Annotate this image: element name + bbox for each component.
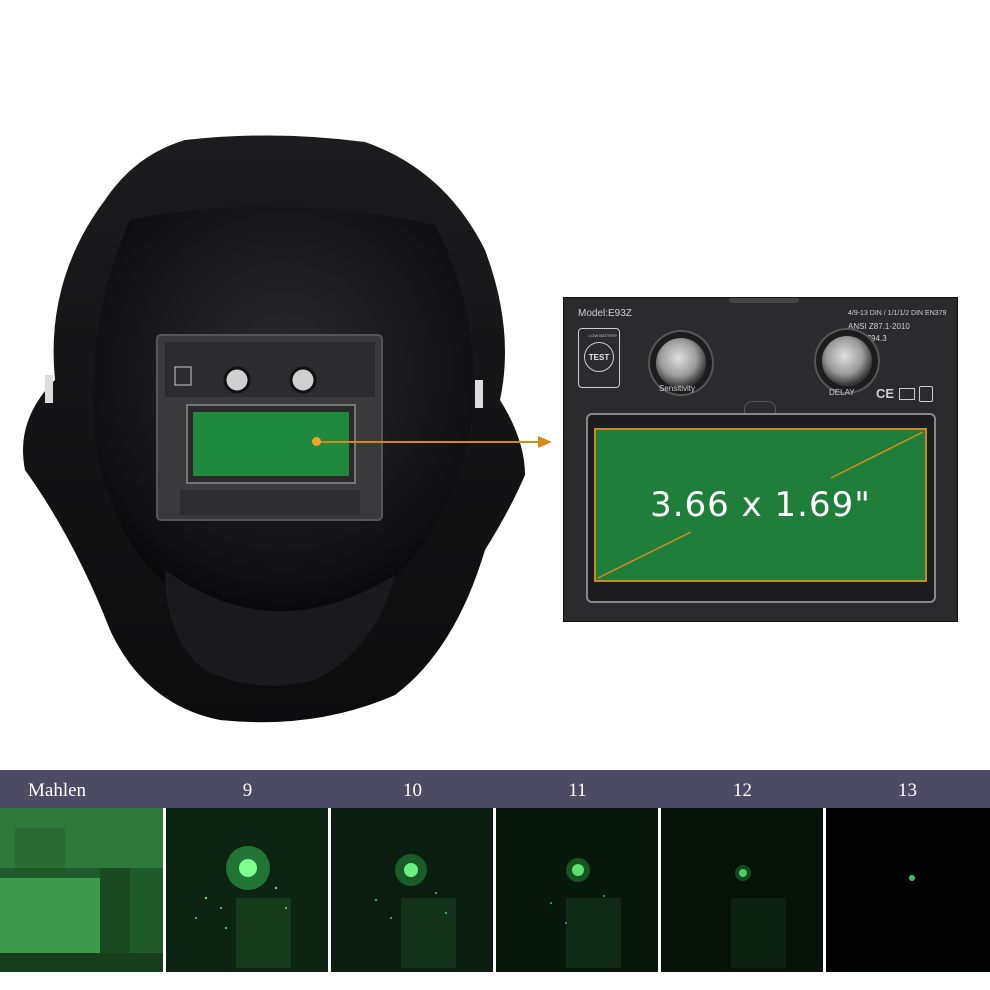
delay-label: DELAY [829,388,855,397]
shade-label-13: 13 [898,780,917,801]
delay-knob[interactable] [822,336,872,386]
test-label: TEST [584,342,614,372]
auto-darkening-lens: 3.66 x 1.69" [594,428,927,582]
thumb-grind [0,808,163,972]
thumb-shade-11 [496,808,658,972]
callout-origin-dot [312,437,321,446]
standards-line-2: ANSI Z87.1-2010 [848,322,910,331]
low-battery-label: LOW BATTERY [589,333,618,338]
thumb-shade-9 [166,808,328,972]
thumb-shade-10 [331,808,493,972]
cert-marks: CE [876,386,895,401]
shade-label-bar: Mahlen 9 10 11 12 13 [0,770,990,808]
thumb-shade-12 [661,808,823,972]
callout-arrow-head [538,436,552,448]
cartridge-closeup: Model:E93Z 4/9-13 DIN / 1/1/1/2 DIN EN37… [563,297,958,622]
standards-line-1: 4/9-13 DIN / 1/1/1/2 DIN EN379 [848,310,947,317]
test-button[interactable]: LOW BATTERY TEST [578,328,620,388]
shade-label-grind: Mahlen [28,780,87,801]
lens-size-label: 3.66 x 1.69" [650,485,871,525]
model-label: Model:E93Z [578,308,632,319]
thumb-shade-13 [826,808,990,972]
shade-label-9: 9 [242,780,253,801]
top-notch [729,298,799,303]
sensitivity-label: Sensitivity [659,384,696,393]
callout-arrow-line [318,441,538,443]
cert-box-icon [899,388,915,400]
shade-label-11: 11 [568,780,587,801]
shade-thumbnail-strip [0,808,990,972]
shade-label-12: 12 [733,780,752,801]
welding-helmet [23,135,525,723]
sensitivity-knob[interactable] [656,338,706,388]
recycle-bin-icon [919,386,933,402]
shade-label-10: 10 [403,780,422,801]
